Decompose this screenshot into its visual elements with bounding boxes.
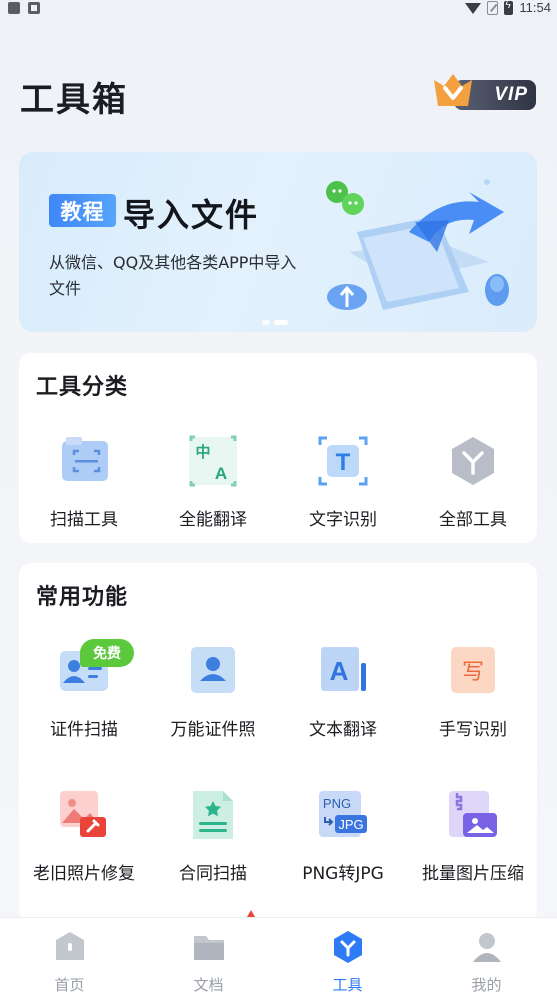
vip-button[interactable]: VIP bbox=[432, 72, 536, 112]
function-label: 证件扫描 bbox=[50, 720, 118, 740]
status-time: 11:54 bbox=[519, 0, 551, 15]
nav-label: 我的 bbox=[471, 976, 502, 994]
import-file-banner[interactable]: 教程 导入文件 从微信、QQ及其他各类APP中导入文件 bbox=[19, 152, 537, 332]
nav-home[interactable]: 首页 bbox=[0, 918, 139, 997]
crown-icon bbox=[434, 74, 472, 106]
svg-text:T: T bbox=[336, 449, 351, 476]
carousel-dot-active[interactable] bbox=[274, 320, 288, 325]
common-functions-title: 常用功能 bbox=[36, 585, 129, 610]
function-label: 老旧照片修复 bbox=[33, 864, 135, 884]
svg-text:PNG: PNG bbox=[323, 796, 351, 811]
svg-text:A: A bbox=[330, 656, 349, 686]
svg-text:A: A bbox=[215, 464, 227, 483]
nav-profile[interactable]: 我的 bbox=[417, 918, 556, 997]
handwriting-icon: 写 bbox=[451, 647, 495, 693]
svg-text:中: 中 bbox=[195, 443, 210, 461]
status-bar: 11:54 bbox=[0, 0, 557, 18]
carousel-dot[interactable] bbox=[262, 320, 270, 325]
home-icon bbox=[56, 932, 84, 960]
no-sim-icon bbox=[487, 0, 499, 15]
function-label: PNG转JPG bbox=[302, 864, 384, 884]
wifi-icon bbox=[465, 3, 482, 14]
svg-text:写: 写 bbox=[462, 660, 484, 685]
profile-icon bbox=[473, 933, 501, 962]
nav-label: 文档 bbox=[193, 976, 224, 994]
text-recognition-icon: T bbox=[318, 436, 368, 486]
nav-label: 工具 bbox=[332, 976, 363, 994]
nav-label: 首页 bbox=[54, 976, 85, 994]
translate-icon: 中 A bbox=[189, 435, 237, 487]
photo-repair-icon bbox=[60, 791, 106, 837]
page-title: 工具箱 bbox=[20, 80, 128, 120]
battery-icon bbox=[504, 0, 514, 15]
tool-categories-card: 工具分类 扫描工具 中 A 全能翻译 T 文字识别 全部工具 bbox=[19, 353, 537, 543]
tutorial-tag: 教程 bbox=[49, 194, 116, 227]
partial-item-indicator bbox=[247, 910, 255, 917]
common-functions-card: 常用功能 免费 证件扫描 万能证件照 A 文本翻译 写 手写识别 老旧照片修复 … bbox=[19, 563, 537, 923]
tool-categories-title: 工具分类 bbox=[36, 375, 129, 400]
tool-label: 扫描工具 bbox=[50, 510, 118, 530]
notification-app-icon bbox=[28, 2, 40, 14]
contract-scan-icon bbox=[193, 791, 233, 839]
text-translate-icon: A bbox=[321, 647, 366, 691]
function-label: 批量图片压缩 bbox=[422, 864, 524, 884]
all-tools-icon bbox=[452, 437, 494, 485]
function-label: 合同扫描 bbox=[179, 864, 247, 884]
nav-tools[interactable]: 工具 bbox=[278, 918, 417, 997]
banner-subtitle: 从微信、QQ及其他各类APP中导入文件 bbox=[49, 253, 297, 298]
tools-icon bbox=[334, 931, 362, 963]
function-label: 手写识别 bbox=[439, 720, 507, 740]
import-folder-illustration bbox=[326, 179, 509, 310]
id-photo-icon bbox=[191, 647, 235, 693]
free-badge: 免费 bbox=[80, 639, 134, 667]
banner-title: 导入文件 bbox=[123, 196, 260, 234]
notification-icon bbox=[8, 2, 20, 14]
svg-text:JPG: JPG bbox=[338, 817, 363, 832]
png-to-jpg-icon: PNG JPG bbox=[319, 791, 367, 837]
vip-label: VIP bbox=[494, 84, 528, 105]
nav-documents[interactable]: 文档 bbox=[139, 918, 278, 997]
function-label: 文本翻译 bbox=[309, 720, 377, 740]
bottom-nav: 首页 文档 工具 我的 bbox=[0, 917, 557, 997]
function-label: 万能证件照 bbox=[170, 720, 256, 740]
image-compress-icon bbox=[449, 791, 497, 837]
tool-label: 全部工具 bbox=[439, 510, 507, 530]
tool-label: 全能翻译 bbox=[179, 510, 247, 530]
tool-label: 文字识别 bbox=[309, 510, 377, 530]
folder-icon bbox=[194, 936, 224, 960]
scan-icon bbox=[62, 437, 108, 481]
